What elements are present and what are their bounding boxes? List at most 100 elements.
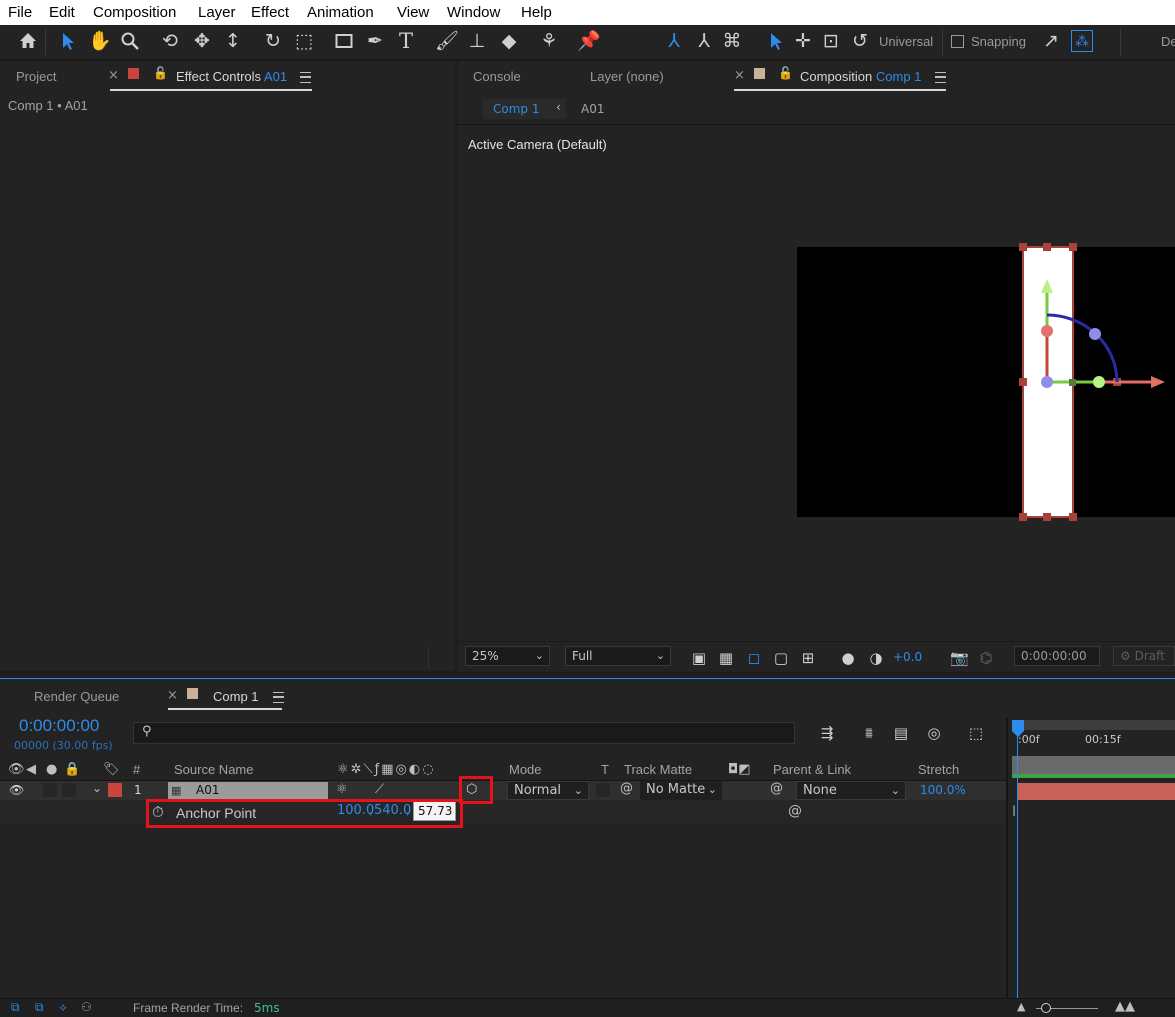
mask-visibility-icon[interactable]: ◻: [745, 649, 763, 667]
layer-switches-icon[interactable]: ⧉: [11, 1000, 20, 1015]
pan-camera-icon[interactable]: ✥: [191, 30, 213, 52]
current-time-display[interactable]: 0:00:00:00: [19, 716, 99, 736]
subtab-layer[interactable]: A01: [581, 102, 604, 116]
menu-effect[interactable]: Effect: [251, 4, 289, 21]
panel-menu-icon[interactable]: [273, 692, 284, 703]
motion-blur-icon[interactable]: ◎: [925, 724, 943, 742]
tab-project[interactable]: Project: [16, 69, 56, 84]
selection-tool-icon[interactable]: [57, 30, 79, 52]
3d-rotate-icon[interactable]: ↺: [849, 30, 871, 52]
exposure-value[interactable]: +0.0: [893, 650, 922, 664]
dolly-camera-icon[interactable]: ↕: [222, 30, 244, 52]
lock-icon[interactable]: 🔒: [64, 762, 80, 777]
quality-icon[interactable]: ⟋: [375, 782, 384, 797]
local-axis-icon[interactable]: ⅄: [663, 30, 685, 52]
3d-selection-icon[interactable]: [765, 30, 787, 52]
color-channels-icon[interactable]: ●: [839, 649, 857, 667]
world-axis-icon[interactable]: ⅄: [693, 30, 715, 52]
home-icon[interactable]: [17, 30, 39, 52]
layer-duration-bar[interactable]: [1018, 783, 1175, 800]
blend-mode-dropdown[interactable]: Normal ⌄: [507, 781, 589, 800]
layer-gizmo[interactable]: [1013, 241, 1175, 523]
pan-behind-icon[interactable]: ⬚: [293, 30, 315, 52]
panel-menu-icon[interactable]: [935, 72, 946, 83]
puppet-pin-icon[interactable]: 📌: [577, 30, 601, 52]
layer-visibility-icon[interactable]: 👁: [9, 783, 24, 797]
solo-icon[interactable]: ●: [46, 762, 57, 777]
eraser-tool-icon[interactable]: ◆: [498, 30, 520, 52]
stretch-value[interactable]: 100.0%: [920, 783, 966, 797]
transparency-grid-icon[interactable]: ▦: [717, 649, 735, 667]
menu-help[interactable]: Help: [521, 4, 552, 21]
tab-render-queue[interactable]: Render Queue: [34, 689, 119, 704]
hand-tool-icon[interactable]: ✋: [88, 30, 112, 52]
header-mode[interactable]: Mode: [509, 762, 542, 777]
parent-pickwhip-icon[interactable]: @: [770, 781, 783, 796]
twirl-chevron-icon[interactable]: ⌄: [92, 781, 102, 795]
snapping-label[interactable]: Snapping: [971, 34, 1026, 49]
label-tag-icon[interactable]: 🏷: [103, 762, 120, 777]
rectangle-tool-icon[interactable]: [333, 30, 355, 52]
header-track-matte[interactable]: Track Matte: [624, 762, 692, 777]
close-icon[interactable]: ×: [108, 68, 119, 83]
menu-edit[interactable]: Edit: [49, 4, 75, 21]
in-out-icon[interactable]: ⟡: [59, 1000, 67, 1015]
menu-window[interactable]: Window: [447, 4, 500, 21]
lock-icon[interactable]: 🔓: [153, 66, 168, 80]
lock-icon[interactable]: 🔓: [778, 66, 793, 80]
transfer-controls-icon[interactable]: ⧉: [35, 1000, 44, 1015]
header-stretch[interactable]: Stretch: [918, 762, 959, 777]
fast-previews-icon[interactable]: ▣: [690, 649, 708, 667]
current-time-field[interactable]: 0:00:00:00: [1014, 646, 1100, 666]
rotation-tool-icon[interactable]: ↻: [262, 30, 284, 52]
universal-label[interactable]: Universal: [879, 34, 933, 49]
tab-console[interactable]: Console: [473, 69, 521, 84]
menu-layer[interactable]: Layer: [198, 4, 236, 21]
brush-tool-icon[interactable]: 🖌: [435, 30, 459, 52]
close-icon[interactable]: ×: [734, 68, 745, 83]
subtab-comp[interactable]: Comp 1 ‹: [483, 99, 566, 119]
3d-move-icon[interactable]: ✛: [792, 30, 814, 52]
audio-icon[interactable]: ◀: [26, 762, 36, 777]
tab-comp[interactable]: Comp 1: [213, 689, 259, 704]
panel-menu-icon[interactable]: [300, 72, 311, 83]
snap-edges-icon[interactable]: ↗: [1040, 30, 1062, 52]
tab-composition[interactable]: Composition Comp 1: [800, 69, 921, 84]
zoom-tool-icon[interactable]: [119, 30, 141, 52]
layer-label-color[interactable]: [108, 783, 122, 797]
header-source-name[interactable]: Source Name: [174, 762, 253, 777]
parent-dropdown[interactable]: None ⌄: [796, 781, 906, 800]
workspace-label[interactable]: De: [1161, 34, 1175, 49]
zoom-slider-handle[interactable]: [1041, 1003, 1051, 1013]
orbit-camera-icon[interactable]: ⟲: [159, 30, 181, 52]
draft-3d-toggle[interactable]: ⚙ Draft: [1113, 646, 1175, 666]
reset-exposure-icon[interactable]: ◑: [867, 649, 885, 667]
menu-view[interactable]: View: [397, 4, 429, 21]
show-snapshot-icon[interactable]: ⌬: [977, 649, 995, 667]
track-matte-dropdown[interactable]: No Matte ⌄: [640, 781, 722, 800]
playhead-marker[interactable]: [1009, 719, 1027, 739]
render-time-icon[interactable]: ⚇: [81, 1000, 92, 1014]
collapse-transform-icon[interactable]: ⚛: [336, 782, 348, 797]
preserve-transparency-box[interactable]: [596, 783, 610, 797]
menu-file[interactable]: File: [8, 4, 32, 21]
tab-layer[interactable]: Layer (none): [590, 69, 664, 84]
zoom-in-icon[interactable]: ▲▲: [1115, 999, 1135, 1014]
menu-composition[interactable]: Composition: [93, 4, 176, 21]
grid-guides-icon[interactable]: ⊞: [799, 649, 817, 667]
close-icon[interactable]: ×: [167, 688, 178, 703]
roto-brush-icon[interactable]: ⚘: [538, 30, 560, 52]
tab-effect-controls[interactable]: Effect Controls A01: [176, 69, 287, 84]
video-eye-icon[interactable]: 👁: [8, 762, 25, 777]
header-parent-link[interactable]: Parent & Link: [773, 762, 851, 777]
zoom-dropdown[interactable]: 25% ⌄: [465, 646, 550, 666]
snapshot-icon[interactable]: 📷: [950, 649, 969, 667]
region-of-interest-icon[interactable]: ▢: [772, 649, 790, 667]
playhead-line[interactable]: [1017, 735, 1018, 1000]
pen-tool-icon[interactable]: ✒: [364, 30, 386, 52]
layer-search-input[interactable]: ⚲: [133, 722, 795, 744]
frame-blending-icon[interactable]: ▤: [892, 724, 910, 742]
comp-mini-flowchart-icon[interactable]: ⇶: [818, 724, 836, 742]
shy-layers-icon[interactable]: ⩩: [860, 724, 878, 742]
view-axis-icon[interactable]: ⌘: [721, 30, 743, 52]
